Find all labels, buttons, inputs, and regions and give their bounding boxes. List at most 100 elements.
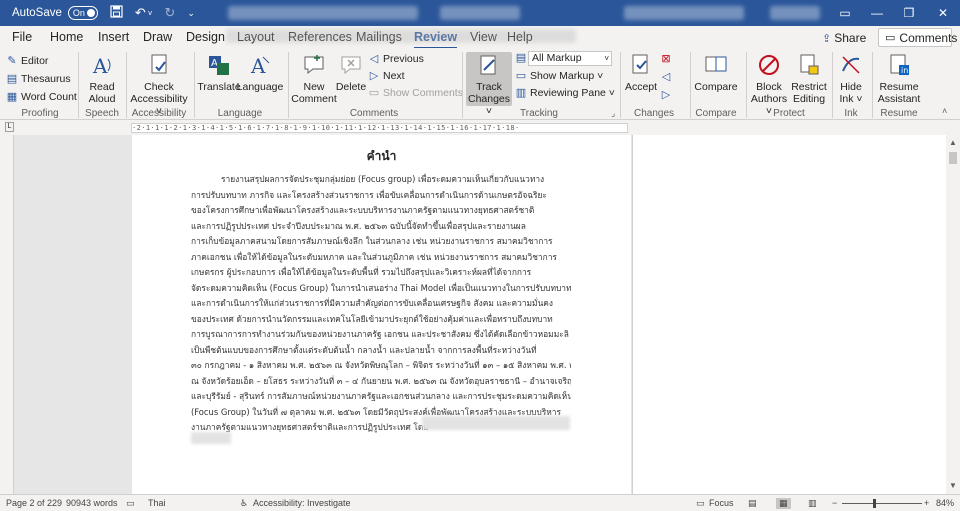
- ribbon-display-icon[interactable]: ▭: [828, 0, 862, 26]
- previous-comment-button[interactable]: ◁ Previous: [368, 52, 424, 66]
- show-markup-label: Show Markup ˅: [530, 69, 604, 82]
- tab-insert[interactable]: Insert: [98, 30, 129, 44]
- previous-change-icon: ◁: [661, 71, 671, 83]
- group-label-ink: Ink: [844, 108, 858, 119]
- zoom-in-button[interactable]: +: [924, 498, 929, 508]
- next-change-button[interactable]: ▷: [660, 88, 672, 101]
- show-comments-label: Show Comments: [383, 86, 463, 99]
- tab-file[interactable]: File: [12, 30, 32, 44]
- paragraph-line: การบูรณาการการทำงานร่วมกันของหน่วยงานภาค…: [191, 329, 569, 339]
- scroll-up-icon[interactable]: ▲: [946, 138, 960, 147]
- document-body[interactable]: รายงานสรุปผลการจัดประชุมกลุ่มย่อย (Focus…: [191, 172, 571, 436]
- page-count[interactable]: Page 2 of 229: [6, 498, 62, 508]
- show-markup-button[interactable]: ▭ Show Markup ˅: [515, 69, 604, 83]
- accept-label: Accept: [624, 81, 658, 93]
- language-button[interactable]: A Language: [237, 52, 284, 93]
- paragraph-line: รายงานสรุปผลการจัดประชุมกลุ่มย่อย (Focus…: [221, 174, 545, 184]
- accept-icon: [628, 52, 654, 78]
- translate-icon: A: [206, 52, 232, 78]
- proofing-status-icon[interactable]: ▭: [126, 498, 135, 509]
- reviewing-pane-icon: ▥: [515, 87, 527, 99]
- undo-dropdown-icon[interactable]: ˅: [148, 9, 153, 18]
- close-icon[interactable]: ✕: [926, 0, 960, 26]
- share-button[interactable]: ⇪ Share: [822, 29, 870, 47]
- focus-mode-button[interactable]: Focus: [709, 498, 734, 508]
- read-mode-icon[interactable]: ▤: [748, 498, 757, 509]
- tab-draw[interactable]: Draw: [143, 30, 172, 44]
- vertical-scrollbar[interactable]: ▲ ▼: [946, 135, 960, 494]
- restrict-editing-button[interactable]: Restrict Editing: [790, 52, 828, 105]
- track-changes-button[interactable]: Track Changes ˅: [466, 52, 512, 117]
- group-label-tracking: Tracking: [520, 108, 558, 119]
- delete-comment-button[interactable]: Delete: [336, 52, 366, 93]
- track-changes-icon: [476, 54, 502, 78]
- reject-button[interactable]: ⊠: [660, 52, 672, 65]
- next-comment-button[interactable]: ▷ Next: [368, 69, 405, 83]
- hide-ink-button[interactable]: Hide Ink ˅: [836, 52, 866, 105]
- comments-button[interactable]: ▭ Comments: [878, 28, 957, 47]
- paragraph-line: ๓๐ กรกฎาคม - ๑ สิงหาคม พ.ศ. ๒๕๖๓ ณ จังหว…: [191, 360, 571, 370]
- group-label-proofing: Proofing: [21, 108, 59, 119]
- read-aloud-label-1: Read: [89, 81, 115, 93]
- tab-design[interactable]: Design: [186, 30, 225, 44]
- customize-icon[interactable]: ⌄: [187, 8, 195, 19]
- redo-icon[interactable]: ↻: [164, 5, 175, 21]
- scroll-down-icon[interactable]: ▼: [946, 481, 960, 490]
- horizontal-ruler[interactable]: L ·2·1·1·1·2·1·3·1·4·1·5·1·6·1·7·1·8·1·9…: [0, 120, 960, 135]
- undo-icon[interactable]: ↶: [135, 5, 146, 21]
- autosave-toggle[interactable]: On: [67, 6, 98, 20]
- translate-button[interactable]: A Translate: [197, 52, 241, 93]
- ruler-scale[interactable]: ·2·1·1·1·2·1·3·1·4·1·5·1·6·1·7·1·8·1·9·1…: [131, 123, 628, 133]
- zoom-out-button[interactable]: −: [832, 498, 837, 508]
- reviewing-pane-label: Reviewing Pane ˅: [530, 86, 615, 99]
- compare-button[interactable]: Compare: [694, 52, 738, 93]
- scroll-thumb[interactable]: [949, 152, 957, 164]
- language-status[interactable]: Thai: [148, 498, 166, 508]
- editor-button[interactable]: ✎ Editor: [6, 54, 48, 68]
- resume-assistant-button[interactable]: in Resume Assistant: [876, 52, 922, 105]
- svg-text:in: in: [901, 66, 908, 75]
- redacted-filename-2: [440, 6, 520, 20]
- hide-ink-label-1: Hide: [840, 81, 862, 93]
- tab-home[interactable]: Home: [50, 30, 83, 44]
- zoom-slider-track[interactable]: [842, 503, 922, 504]
- accept-button[interactable]: Accept: [624, 52, 658, 93]
- collapse-ribbon-icon[interactable]: ˄: [942, 106, 947, 116]
- resume-assistant-icon: in: [886, 52, 912, 78]
- paragraph-line: และการดำเนินการให้แก่ส่วนราชการที่มีความ…: [191, 298, 553, 308]
- new-comment-label-2: Comment: [291, 93, 337, 105]
- document-page[interactable]: คำนำ รายงานสรุปผลการจัดประชุมกลุ่มย่อย (…: [132, 135, 631, 494]
- next-label: Next: [383, 69, 405, 82]
- read-aloud-icon: A: [89, 52, 115, 78]
- new-comment-icon: [301, 52, 327, 78]
- tab-selector-icon[interactable]: L: [5, 122, 14, 132]
- thesaurus-icon: ▤: [6, 73, 18, 85]
- restore-icon[interactable]: ❐: [892, 0, 926, 26]
- display-for-review-select[interactable]: All Markup ˅: [528, 51, 612, 66]
- web-layout-icon[interactable]: ▥: [808, 498, 817, 509]
- word-count-button[interactable]: ▦ Word Count: [6, 90, 77, 104]
- group-label-changes: Changes: [633, 108, 675, 119]
- save-icon[interactable]: [110, 5, 123, 21]
- new-comment-button[interactable]: New Comment: [291, 52, 337, 105]
- thesaurus-button[interactable]: ▤ Thesaurus: [6, 72, 71, 86]
- tracking-dialog-launcher-icon[interactable]: ⌟: [611, 108, 615, 119]
- title-bar: AutoSave On ↶ ˅ ↻ ⌄ ▭ — ❐ ✕: [0, 0, 960, 26]
- show-comments-button[interactable]: ▭ Show Comments: [368, 86, 463, 100]
- accessibility-status[interactable]: Accessibility: Investigate: [253, 498, 351, 508]
- vertical-ruler[interactable]: [0, 135, 14, 494]
- zoom-level[interactable]: 84%: [936, 498, 954, 508]
- next-page[interactable]: [632, 135, 946, 494]
- minimize-icon[interactable]: —: [860, 0, 894, 26]
- reviewing-pane-button[interactable]: ▥ Reviewing Pane ˅: [515, 86, 615, 100]
- read-aloud-button[interactable]: A Read Aloud: [84, 52, 120, 105]
- zoom-slider-thumb[interactable]: [873, 499, 876, 508]
- separator: [288, 52, 289, 118]
- previous-icon: ◁: [369, 53, 379, 65]
- word-count[interactable]: 90943 words: [66, 498, 118, 508]
- print-layout-icon[interactable]: ▦: [776, 498, 791, 509]
- show-comments-icon: ▭: [368, 87, 380, 99]
- previous-change-button[interactable]: ◁: [660, 70, 672, 83]
- group-label-language: Language: [217, 108, 263, 119]
- accessibility-icon: ♿: [240, 498, 249, 508]
